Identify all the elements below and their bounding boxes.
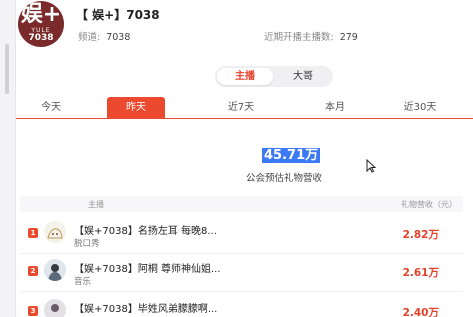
row-revenue: 2.61万: [402, 267, 439, 279]
avatar-logo-text: 娱+: [20, 2, 62, 27]
channel-value: 7038: [106, 32, 131, 43]
left-scroll-gutter: [0, 0, 16, 317]
rank-badge: 1: [28, 228, 38, 238]
column-streamer: 主播: [88, 200, 104, 209]
row-title: 【娱+7038】阿桐 尊师神仙姐...: [74, 264, 221, 275]
table-row[interactable]: 1 【娱+7038】名扬左耳 每晚8... 脱口秀 2.82万: [20, 218, 463, 254]
period-tabs: 今天 昨天 近7天 本月 近30天: [16, 97, 473, 119]
row-category: 音乐: [74, 277, 92, 287]
avatar: [44, 221, 66, 243]
row-revenue: 2.40万: [402, 307, 439, 317]
row-title: 【娱+7038】毕姓风弟朦朦啊...: [74, 304, 218, 315]
toggle-big-brother[interactable]: 大哥: [275, 68, 331, 85]
mouse-cursor-icon: [366, 159, 376, 173]
tab-this-month[interactable]: 本月: [306, 97, 364, 118]
tab-last-30-days[interactable]: 近30天: [391, 97, 449, 118]
rank-badge: 3: [28, 306, 38, 316]
table-row[interactable]: 2 【娱+7038】阿桐 尊师神仙姐... 音乐 2.61万: [20, 256, 463, 292]
row-category: 脱口秀: [74, 239, 100, 249]
guild-title: 【 娱+】7038: [76, 8, 160, 22]
toggle-streamer[interactable]: 主播: [217, 68, 273, 85]
rank-badge: 2: [28, 266, 38, 276]
streamer-header: 娱+ YULE 7038 【 娱+】7038 频道: 7038 近期开播主播数: 2…: [16, 0, 473, 50]
recent-streamers-info: 近期开播主播数: 279: [264, 29, 358, 43]
column-gift-revenue: 礼物营收（元）: [401, 200, 457, 209]
guild-avatar: 娱+ YULE 7038: [18, 1, 64, 47]
row-revenue: 2.82万: [402, 229, 439, 241]
gift-revenue-value: 45.71万: [262, 148, 321, 163]
scrollbar-thumb[interactable]: [5, 44, 9, 94]
tab-today[interactable]: 今天: [22, 97, 80, 118]
row-title: 【娱+7038】名扬左耳 每晚8...: [74, 226, 217, 237]
tab-yesterday[interactable]: 昨天: [107, 97, 165, 118]
avatar: [44, 259, 66, 281]
avatar: [44, 299, 66, 317]
channel-info: 频道: 7038: [78, 29, 130, 43]
table-row[interactable]: 3 【娱+7038】毕姓风弟朦朦啊... 2.40万: [20, 296, 463, 317]
recent-streamers-label: 近期开播主播数:: [264, 32, 334, 43]
recent-streamers-value: 279: [339, 32, 358, 43]
role-toggle: 主播 大哥: [215, 66, 333, 87]
tab-last-7-days[interactable]: 近7天: [212, 97, 270, 118]
table-header: 主播 礼物营收（元）: [20, 196, 463, 212]
channel-label: 频道:: [78, 32, 101, 43]
gift-revenue-label: 公会预估礼物营收: [246, 173, 323, 184]
avatar-number: 7038: [28, 33, 54, 43]
